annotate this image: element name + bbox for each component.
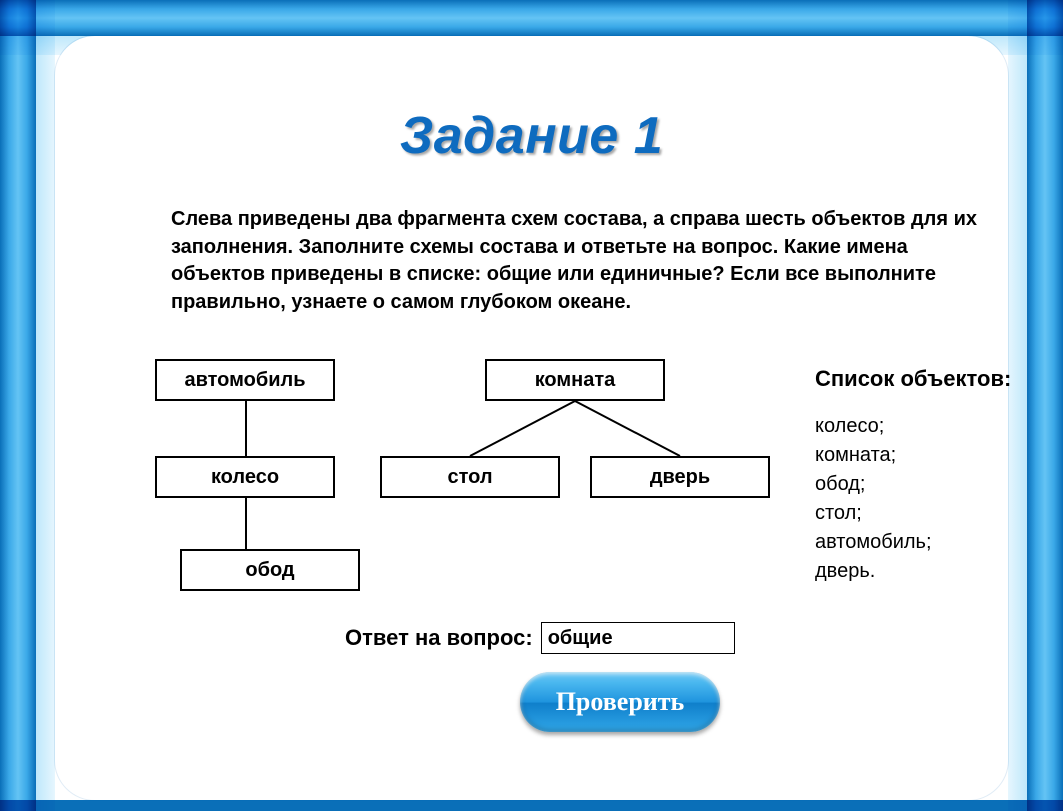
answer-label: Ответ на вопрос:: [345, 625, 533, 651]
list-item: дверь.: [815, 557, 1055, 586]
list-item: колесо;: [815, 412, 1055, 441]
list-item: комната;: [815, 441, 1055, 470]
answer-input[interactable]: [541, 622, 735, 654]
page-title: Задание 1: [55, 106, 1008, 166]
check-button[interactable]: Проверить: [520, 672, 720, 732]
exercise-card: Задание 1 Слева приведены два фрагмента …: [55, 36, 1008, 800]
box-table[interactable]: стол: [380, 456, 560, 498]
object-list-items: колесо; комната; обод; стол; автомобиль;…: [815, 412, 1055, 586]
box-rim[interactable]: обод: [180, 549, 360, 591]
list-item: автомобиль;: [815, 528, 1055, 557]
box-wheel[interactable]: колесо: [155, 456, 335, 498]
list-item: стол;: [815, 499, 1055, 528]
object-list-header: Список объектов:: [815, 366, 1055, 392]
object-list: Список объектов: колесо; комната; обод; …: [815, 366, 1055, 586]
box-automobile[interactable]: автомобиль: [155, 359, 335, 401]
box-door[interactable]: дверь: [590, 456, 770, 498]
answer-row: Ответ на вопрос:: [345, 622, 735, 654]
box-room[interactable]: комната: [485, 359, 665, 401]
connector-line: [245, 498, 247, 549]
list-item: обод;: [815, 470, 1055, 499]
instructions-text: Слева приведены два фрагмента схем соста…: [171, 206, 1001, 316]
connector-line: [245, 401, 247, 456]
